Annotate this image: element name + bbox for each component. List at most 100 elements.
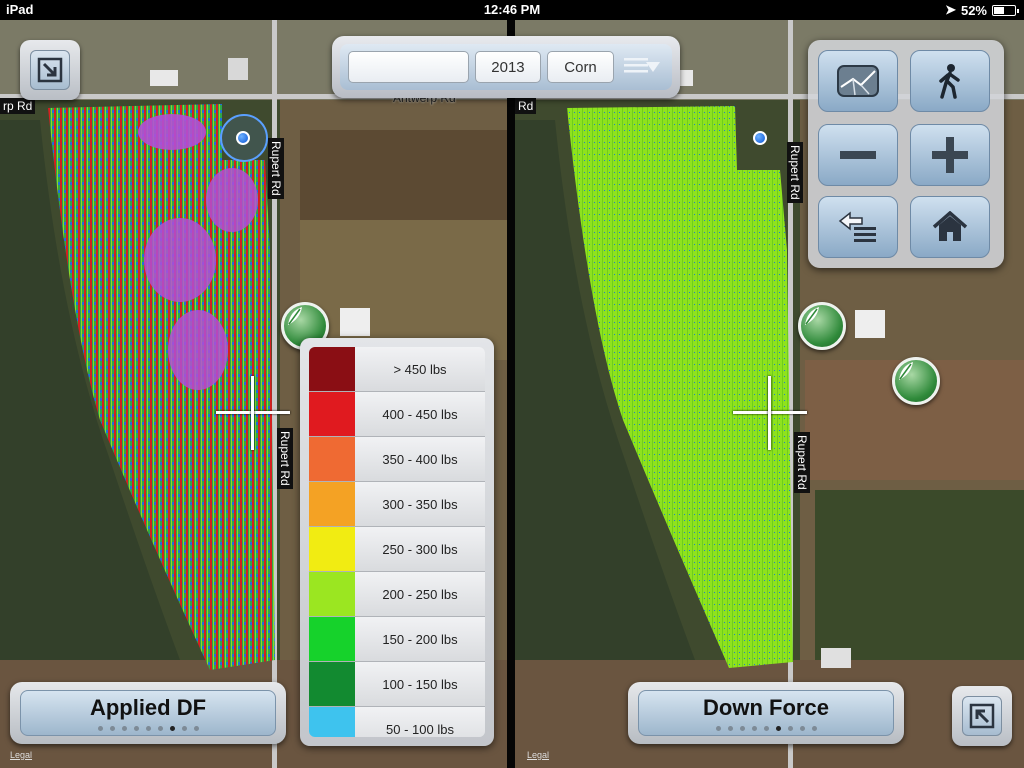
page-indicator [21, 726, 275, 731]
legend-item: 400 - 450 lbs [309, 392, 485, 437]
crosshair-icon [216, 376, 290, 450]
map-controls-panel [808, 40, 1004, 268]
flag-icon[interactable] [798, 302, 846, 350]
layer-title: Applied DF [89, 695, 207, 720]
road-label: Rupert Rd [787, 142, 803, 203]
legend-label: 200 - 250 lbs [355, 572, 485, 616]
legend-label: 400 - 450 lbs [355, 392, 485, 436]
page-dot [799, 726, 805, 731]
leaf-icon [288, 307, 302, 325]
page-dot [811, 726, 817, 731]
plus-icon [932, 137, 968, 173]
legend-item: 350 - 400 lbs [309, 437, 485, 482]
legal-link[interactable]: Legal [10, 750, 32, 760]
legend-label: 50 - 100 lbs [355, 707, 485, 737]
map-style-icon [837, 65, 879, 97]
page-dot [715, 726, 721, 731]
page-dot [133, 726, 139, 731]
legend-list: > 450 lbs 400 - 450 lbs 350 - 400 lbs 30… [309, 347, 485, 737]
legend-swatch [309, 482, 355, 526]
legend-swatch [309, 707, 355, 737]
map-style-button[interactable] [818, 50, 898, 112]
page-dot [121, 726, 127, 731]
toolbar-inner: 2013 Corn [340, 44, 672, 90]
current-location-dot [236, 131, 250, 145]
legend-label: 100 - 150 lbs [355, 662, 485, 706]
page-dot [739, 726, 745, 731]
page-dot [193, 726, 199, 731]
legend-label: > 450 lbs [355, 347, 485, 391]
page-dot [181, 726, 187, 731]
road-label: Rupert Rd [268, 138, 284, 199]
page-dot [763, 726, 769, 731]
legend-swatch [309, 572, 355, 616]
minus-icon [840, 151, 876, 159]
legend-swatch [309, 437, 355, 481]
page-dot [109, 726, 115, 731]
layer-selector-left[interactable]: Applied DF [10, 682, 286, 744]
leaf-icon [899, 362, 913, 380]
legend-swatch [309, 662, 355, 706]
current-location-dot [753, 131, 767, 145]
collapse-button[interactable] [952, 686, 1012, 746]
page-dot [775, 726, 781, 731]
split-divider[interactable] [507, 20, 515, 768]
page-dot [751, 726, 757, 731]
legend-swatch [309, 617, 355, 661]
layers-icon [838, 211, 876, 242]
legend-swatch [309, 392, 355, 436]
legend-label: 150 - 200 lbs [355, 617, 485, 661]
road-label: rp Rd [0, 98, 36, 114]
legend-item: 200 - 250 lbs [309, 572, 485, 617]
walk-icon [939, 64, 960, 99]
page-dot [145, 726, 151, 731]
zoom-in-button[interactable] [910, 124, 990, 186]
page-indicator [639, 726, 893, 731]
location-arrow-icon: ➤ [945, 2, 956, 17]
layer-selector-right[interactable]: Down Force [628, 682, 904, 744]
legend-item: 50 - 100 lbs [309, 707, 485, 737]
legend-item: 250 - 300 lbs [309, 527, 485, 572]
layer-selector-inner: Applied DF [20, 690, 276, 736]
legend-item: 150 - 200 lbs [309, 617, 485, 662]
legend-item: 300 - 350 lbs [309, 482, 485, 527]
legend-swatch [309, 527, 355, 571]
clock: 12:46 PM [483, 2, 541, 17]
flag-icon[interactable] [892, 357, 940, 405]
rate-legend: > 450 lbs 400 - 450 lbs 350 - 400 lbs 30… [300, 338, 494, 746]
field-name-selector[interactable] [348, 51, 470, 83]
page-dot [727, 726, 733, 731]
legend-swatch [309, 347, 355, 391]
page-dot [787, 726, 793, 731]
battery-icon [992, 4, 1019, 16]
home-button[interactable] [910, 196, 990, 258]
battery-percent: 52% [960, 2, 987, 18]
walk-mode-button[interactable] [910, 50, 990, 112]
legal-link[interactable]: Legal [527, 750, 549, 760]
home-icon [932, 211, 968, 241]
leaf-icon [805, 307, 819, 325]
layer-title: Down Force [703, 695, 829, 720]
expand-icon [30, 50, 70, 90]
legend-label: 300 - 350 lbs [355, 482, 485, 526]
legend-label: 250 - 300 lbs [355, 527, 485, 571]
zoom-out-button[interactable] [818, 124, 898, 186]
year-selector[interactable]: 2013 [475, 51, 541, 83]
page-dot [169, 726, 175, 731]
page-dot [157, 726, 163, 731]
road-label: Rd [515, 98, 537, 114]
legend-item: 100 - 150 lbs [309, 662, 485, 707]
layer-selector-inner: Down Force [638, 690, 894, 736]
page-dot [97, 726, 103, 731]
expand-button[interactable] [20, 40, 80, 100]
layers-button[interactable] [818, 196, 898, 258]
legend-item: > 450 lbs [309, 347, 485, 392]
status-bar: iPad 12:46 PM ➤ 52% [0, 0, 1024, 20]
crosshair-icon [733, 376, 807, 450]
crop-selector[interactable]: Corn [546, 51, 615, 83]
legend-label: 350 - 400 lbs [355, 437, 485, 481]
status-right: ➤ 52% [945, 2, 1019, 18]
collapse-icon [962, 696, 1002, 736]
menu-dropdown-icon[interactable] [620, 52, 664, 82]
field-selector-toolbar: 2013 Corn [332, 36, 680, 98]
